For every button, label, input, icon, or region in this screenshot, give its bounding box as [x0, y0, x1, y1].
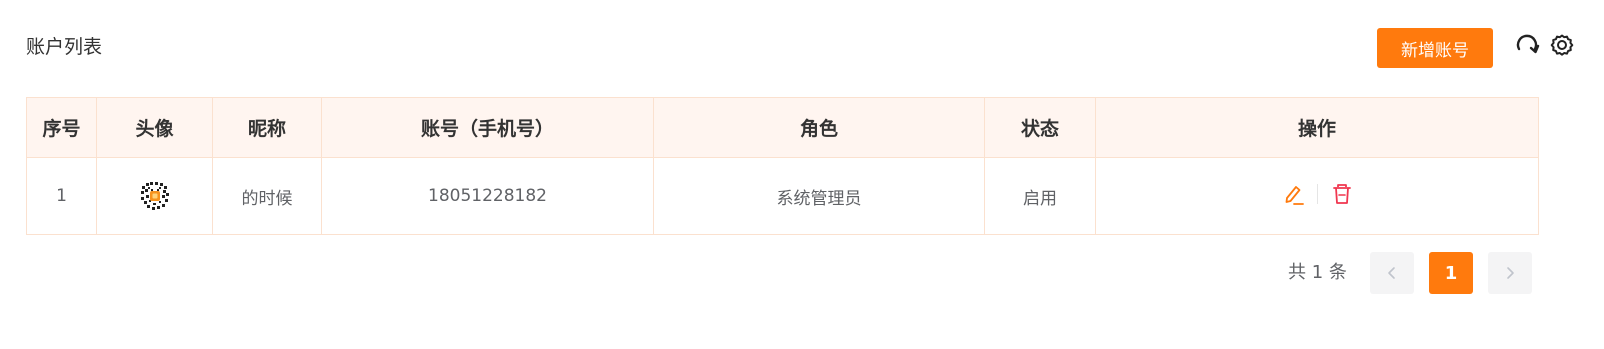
cell-avatar [96, 157, 213, 235]
chevron-right-icon [1507, 267, 1514, 279]
table-row: 1 的时候 18051228182 系统管理员 启用 [26, 157, 1539, 235]
col-header-nickname: 昵称 [212, 97, 322, 158]
settings-gear-icon[interactable] [1549, 32, 1575, 58]
pagination-total: 共 1 条 [1288, 262, 1347, 283]
delete-icon[interactable] [1330, 182, 1354, 206]
col-header-actions: 操作 [1095, 97, 1539, 158]
refresh-icon[interactable] [1514, 32, 1540, 58]
account-table: 序号 头像 昵称 账号（手机号） 角色 状态 操作 1 的时候 18051228… [26, 97, 1539, 235]
page-number-button[interactable]: 1 [1429, 252, 1473, 294]
action-divider [1316, 183, 1318, 204]
col-header-account: 账号（手机号） [321, 97, 654, 158]
row-actions [1281, 182, 1354, 206]
cell-nickname: 的时候 [212, 157, 322, 235]
col-header-role: 角色 [653, 97, 985, 158]
col-header-index: 序号 [26, 97, 97, 158]
col-header-status: 状态 [984, 97, 1096, 158]
cell-actions [1095, 157, 1539, 235]
chevron-left-icon [1388, 267, 1395, 279]
cell-index: 1 [26, 157, 97, 235]
pagination: 共 1 条 1 [0, 252, 1604, 294]
status-badge: 启用 [984, 157, 1096, 235]
qr-code-avatar [136, 178, 173, 214]
table-header-row: 序号 头像 昵称 账号（手机号） 角色 状态 操作 [26, 97, 1539, 158]
cell-role: 系统管理员 [653, 157, 985, 235]
page-title: 账户列表 [26, 36, 103, 58]
next-page-button[interactable] [1488, 252, 1532, 294]
prev-page-button[interactable] [1370, 252, 1414, 294]
cell-account: 18051228182 [321, 157, 654, 235]
edit-icon[interactable] [1281, 182, 1305, 206]
add-account-button[interactable]: 新增账号 [1377, 28, 1493, 68]
col-header-avatar: 头像 [96, 97, 213, 158]
